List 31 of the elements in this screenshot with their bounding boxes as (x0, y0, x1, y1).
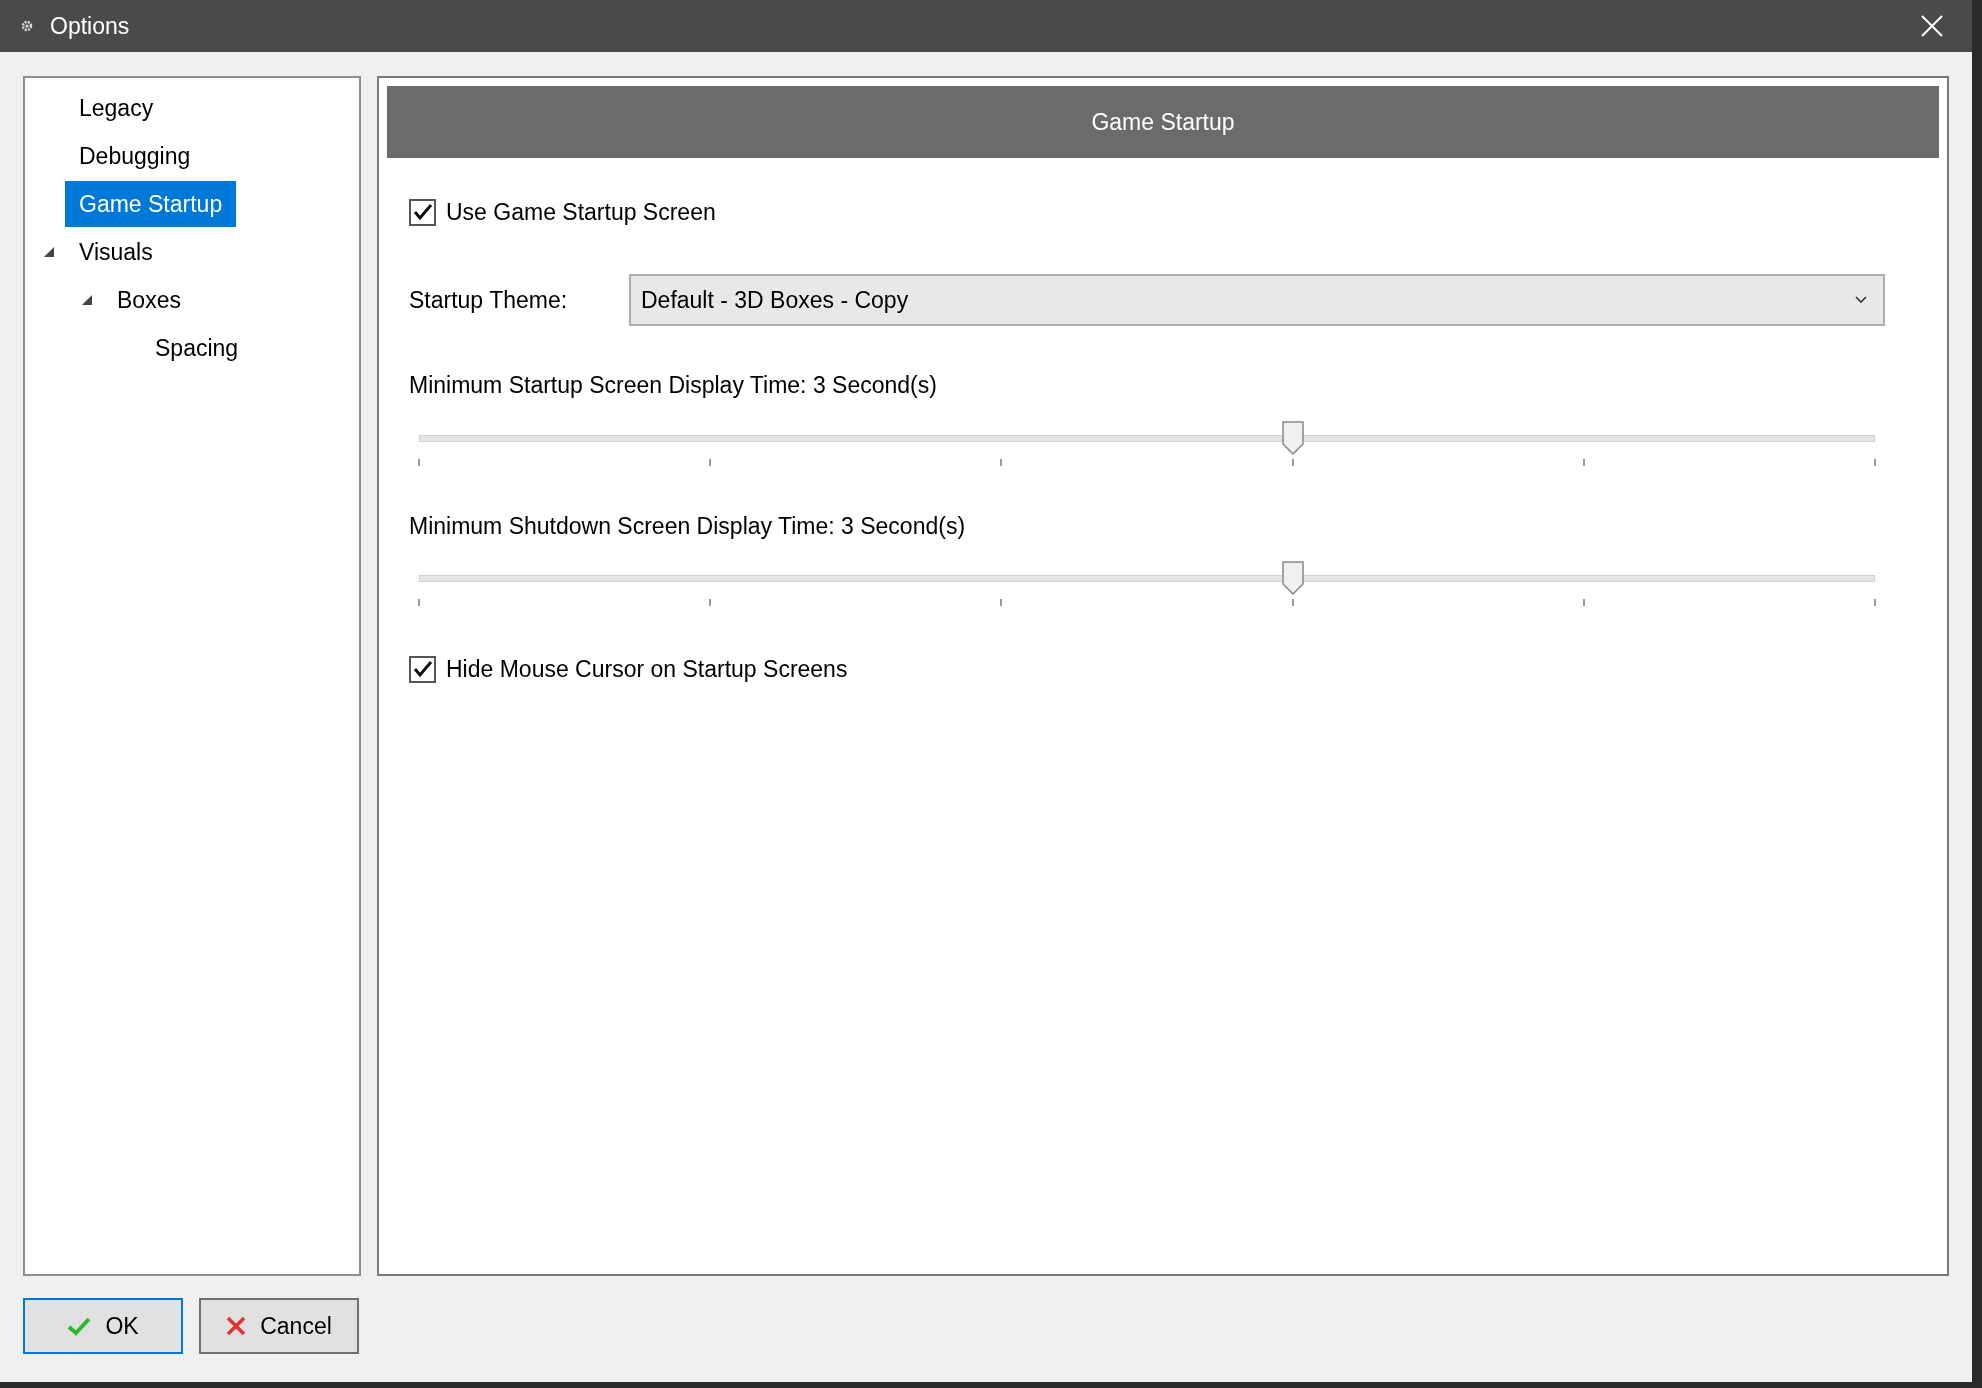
field-label: Startup Theme: (409, 285, 569, 315)
slider-label: Minimum Shutdown Screen Display Time: 3 Second(s) (409, 511, 967, 541)
expanded-triangle-icon[interactable] (43, 246, 55, 258)
expanded-triangle-icon[interactable] (81, 294, 93, 306)
tree-item[interactable]: Visuals (65, 228, 167, 276)
checkbox-label: Hide Mouse Cursor on Startup Screens (446, 654, 848, 684)
slider-thumb[interactable] (1281, 420, 1304, 455)
checkbox-label: Use Game Startup Screen (446, 197, 716, 227)
tree-item[interactable]: Debugging (65, 132, 205, 180)
window-title: Options (50, 11, 130, 41)
tree-item[interactable]: Game Startup (65, 180, 237, 228)
cancel-button[interactable]: Cancel (199, 1298, 359, 1354)
slider-thumb[interactable] (1281, 561, 1304, 595)
tree-item[interactable]: Spacing (141, 324, 253, 372)
checkmark-icon (412, 203, 433, 221)
checkmark-icon (412, 660, 433, 678)
checkbox[interactable] (409, 198, 436, 226)
close-icon (1921, 15, 1943, 37)
tree-item[interactable]: Legacy (65, 84, 168, 132)
chevron-down-icon (1855, 296, 1867, 304)
checkmark-icon (67, 1316, 92, 1336)
slider-track[interactable] (419, 420, 1875, 455)
theme-dropdown[interactable]: Default - 3D Boxes - Copy (629, 274, 1885, 326)
cross-icon (226, 1316, 247, 1336)
panel-header: Game Startup (387, 86, 1939, 158)
checkbox[interactable] (409, 655, 436, 683)
slider-label: Minimum Startup Screen Display Time: 3 Second(s) (409, 371, 938, 400)
gear-icon (20, 19, 34, 33)
ok-button[interactable]: OK (23, 1298, 183, 1354)
tree-item[interactable]: Boxes (103, 276, 195, 324)
slider-track[interactable] (419, 561, 1875, 595)
